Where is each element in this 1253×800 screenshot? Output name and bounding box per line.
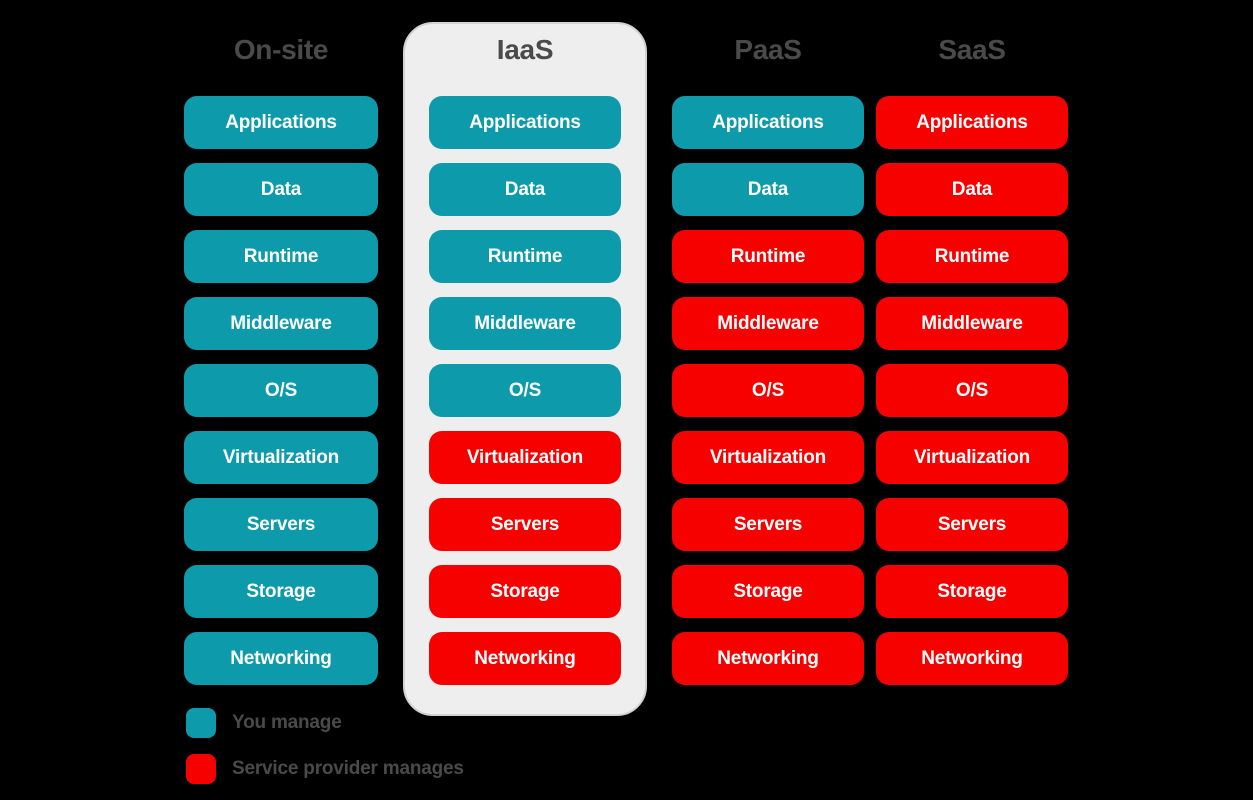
- legend-label-you-manage: You manage: [232, 712, 342, 733]
- layer-label: Applications: [469, 111, 581, 133]
- layer-label: Runtime: [730, 245, 806, 267]
- layer-label: Servers: [490, 513, 560, 535]
- legend: You manage Service provider manages: [186, 708, 464, 784]
- layer-box: Servers: [672, 498, 864, 551]
- layer-box: Virtualization: [876, 431, 1068, 484]
- layer-box: Applications: [672, 96, 864, 149]
- layer-label: Networking: [921, 647, 1023, 669]
- layer-label: Storage: [490, 580, 560, 602]
- column-header-iaas: IaaS: [496, 34, 554, 65]
- layer-box: Networking: [672, 632, 864, 685]
- layer-box: Middleware: [876, 297, 1068, 350]
- layer-label: Middleware: [717, 312, 819, 334]
- layer-label: O/S: [751, 379, 785, 401]
- layer-box: Virtualization: [429, 431, 621, 484]
- layer-box: Middleware: [429, 297, 621, 350]
- layer-label: Networking: [230, 647, 332, 669]
- layer-stack-saas: Applications Data Runtime Middleware O/S Virt…: [876, 96, 1068, 685]
- layer-box: Virtualization: [672, 431, 864, 484]
- layer-label: Virtualization: [913, 446, 1031, 468]
- legend-swatch-red-icon: [186, 754, 216, 784]
- layer-box: Runtime: [184, 230, 378, 283]
- layer-box: Servers: [429, 498, 621, 551]
- layer-label: Applications: [225, 111, 337, 133]
- layer-label: Data: [747, 178, 789, 200]
- layer-label: O/S: [955, 379, 989, 401]
- layer-box: Storage: [672, 565, 864, 618]
- layer-label: Runtime: [243, 245, 319, 267]
- layer-box: Storage: [429, 565, 621, 618]
- layer-box: Networking: [876, 632, 1068, 685]
- layer-box: Data: [876, 163, 1068, 216]
- layer-box: Runtime: [429, 230, 621, 283]
- layer-box: Data: [184, 163, 378, 216]
- layer-box: Runtime: [876, 230, 1068, 283]
- layer-box: Runtime: [672, 230, 864, 283]
- layer-label: Virtualization: [222, 446, 340, 468]
- layer-label: Servers: [937, 513, 1007, 535]
- layer-box: Servers: [876, 498, 1068, 551]
- layer-box: Data: [429, 163, 621, 216]
- layer-label: Servers: [246, 513, 316, 535]
- layer-box: Storage: [876, 565, 1068, 618]
- legend-swatch-teal-icon: [186, 708, 216, 738]
- layer-label: Storage: [937, 580, 1007, 602]
- layer-stack-paas: Applications Data Runtime Middleware O/S Virt…: [672, 96, 864, 685]
- layer-label: Applications: [712, 111, 824, 133]
- layer-label: Runtime: [934, 245, 1010, 267]
- layer-label: Virtualization: [466, 446, 584, 468]
- layer-label: O/S: [264, 379, 298, 401]
- column-paas: PaaS Applications Data Runtime Middleware O/…: [672, 30, 864, 685]
- layer-box: O/S: [184, 364, 378, 417]
- layer-box: Networking: [184, 632, 378, 685]
- cloud-service-models-diagram: On-site Applications Data Runtime Middlewar…: [0, 0, 1253, 800]
- layer-label: Middleware: [230, 312, 332, 334]
- layer-label: Middleware: [474, 312, 576, 334]
- layer-label: Storage: [733, 580, 803, 602]
- layer-label: Data: [260, 178, 302, 200]
- legend-label-service-provider-manages: Service provider manages: [232, 758, 464, 779]
- column-header-paas: PaaS: [734, 34, 802, 65]
- layer-label: Runtime: [487, 245, 563, 267]
- layer-label: Networking: [474, 647, 576, 669]
- layer-box: Applications: [184, 96, 378, 149]
- layer-label: Virtualization: [709, 446, 827, 468]
- column-saas: SaaS Applications Data Runtime Middleware O/…: [876, 30, 1068, 685]
- layer-box: O/S: [429, 364, 621, 417]
- layer-label: Applications: [916, 111, 1028, 133]
- layer-box: Middleware: [184, 297, 378, 350]
- layer-label: Networking: [717, 647, 819, 669]
- legend-item-service-provider-manages: Service provider manages: [186, 754, 464, 784]
- layer-label: Servers: [733, 513, 803, 535]
- layer-box: O/S: [672, 364, 864, 417]
- layer-label: O/S: [508, 379, 542, 401]
- layer-label: Storage: [246, 580, 316, 602]
- column-iaas: IaaS Applications Data Runtime Middleware O/…: [429, 30, 621, 685]
- layer-box: Middleware: [672, 297, 864, 350]
- layer-box: Networking: [429, 632, 621, 685]
- layer-box: Data: [672, 163, 864, 216]
- layer-label: Data: [504, 178, 546, 200]
- column-on-site: On-site Applications Data Runtime Middlewar…: [184, 30, 378, 685]
- layer-stack-on-site: Applications Data Runtime Middleware O/S Virt…: [184, 96, 378, 685]
- layer-box: Applications: [876, 96, 1068, 149]
- layer-box: Applications: [429, 96, 621, 149]
- layer-box: Storage: [184, 565, 378, 618]
- layer-box: O/S: [876, 364, 1068, 417]
- column-header-saas: SaaS: [938, 34, 1006, 65]
- layer-label: Data: [951, 178, 993, 200]
- column-header-on-site: On-site: [233, 34, 329, 65]
- layer-box: Servers: [184, 498, 378, 551]
- layer-label: Middleware: [921, 312, 1023, 334]
- layer-stack-iaas: Applications Data Runtime Middleware O/S Virt…: [429, 96, 621, 685]
- legend-item-you-manage: You manage: [186, 708, 464, 738]
- layer-box: Virtualization: [184, 431, 378, 484]
